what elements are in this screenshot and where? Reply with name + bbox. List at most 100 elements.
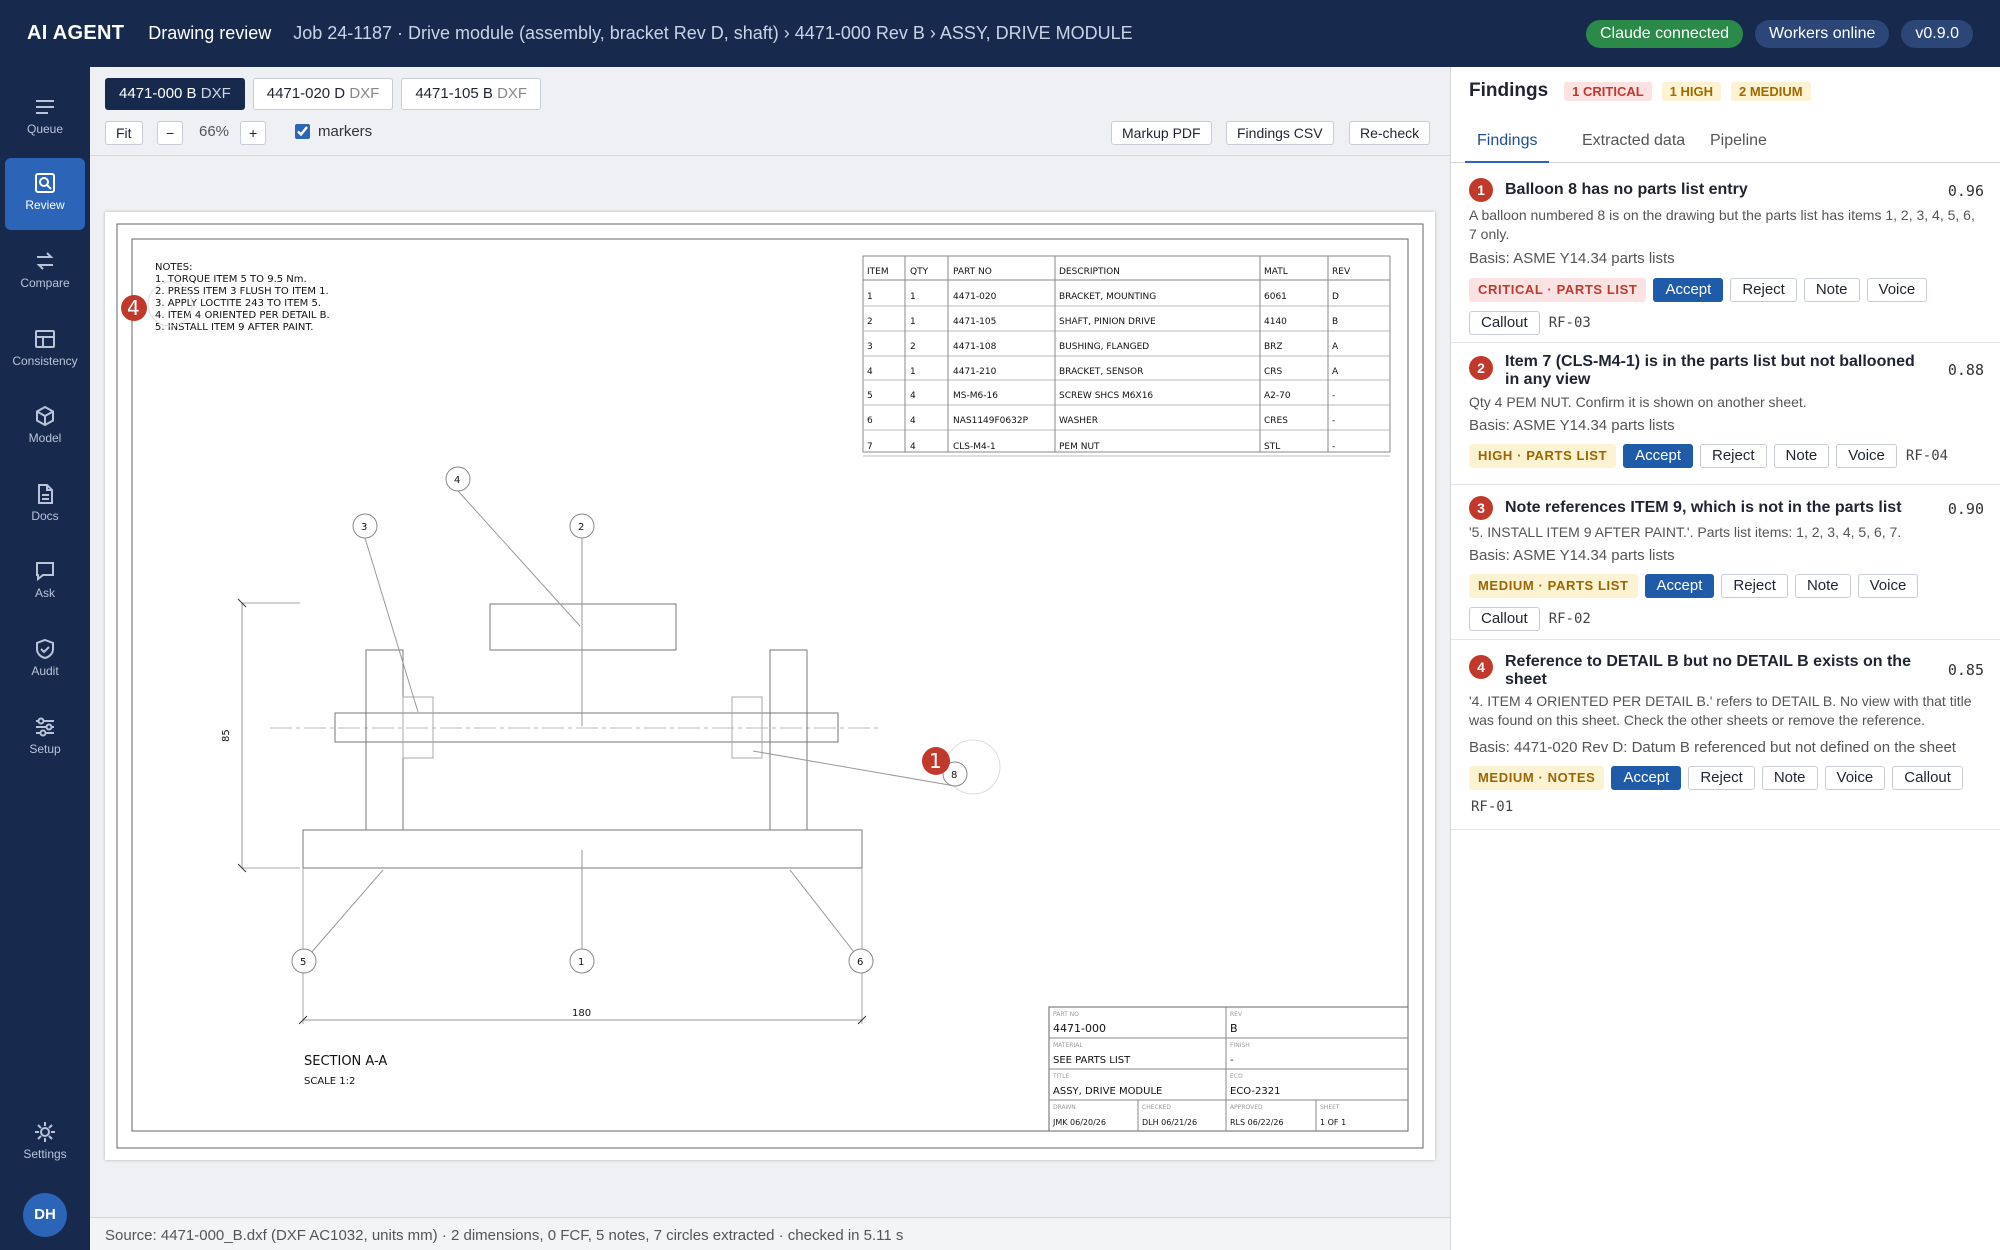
sidebar-item-consistency[interactable]: Consistency xyxy=(5,314,85,386)
bom-cell: SCREW SHCS M6X16 xyxy=(1059,391,1153,401)
note-button[interactable]: Note xyxy=(1794,574,1851,598)
bom-row: 6 4 NAS1149F0632P WASHER CRES - xyxy=(867,416,1335,426)
bom-cell: - xyxy=(1332,416,1335,426)
finding-number: 4 xyxy=(1469,655,1493,679)
markers-toggle[interactable]: markers xyxy=(295,123,372,140)
version-chip: v0.9.0 xyxy=(1901,19,1973,48)
findings-panel: Findings 1 CRITICAL 1 HIGH 2 MEDIUM Find… xyxy=(1450,67,2000,1250)
review-icon xyxy=(35,173,55,193)
accept-button[interactable]: Accept xyxy=(1653,278,1724,302)
tab-findings[interactable]: Findings xyxy=(1465,119,1550,163)
voice-button[interactable]: Voice xyxy=(1866,278,1928,302)
markers-checkbox[interactable] xyxy=(295,124,310,139)
bom-row: 5 4 MS-M6-16 SCREW SHCS M6X16 A2-70 - xyxy=(867,391,1335,401)
medium-count-badge: 2 MEDIUM xyxy=(1731,81,1811,101)
zoom-out-button[interactable]: − xyxy=(157,121,184,145)
sidebar-item-review[interactable]: Review xyxy=(5,158,85,230)
recheck-button[interactable]: Re-check xyxy=(1349,121,1431,145)
reject-button[interactable]: Reject xyxy=(1721,574,1788,598)
finding-card[interactable]: 2 Item 7 (CLS-M4-1) is in the parts list… xyxy=(1451,343,2000,485)
finding-title: Balloon 8 has no parts list entry xyxy=(1505,181,1748,198)
sidebar-item-label: Setup xyxy=(29,742,61,756)
drawing-canvas[interactable]: NOTES: 1. TORQUE ITEM 5 TO 9.5 Nm. 2. PR… xyxy=(105,212,1435,1160)
bom-cell: 4471-105 xyxy=(953,317,996,327)
fit-button[interactable]: Fit xyxy=(105,121,143,145)
tb-label: SHEET xyxy=(1320,1104,1340,1111)
file-tab-4471-105[interactable]: 4471-105 B DXF xyxy=(401,78,542,110)
finding-marker-4[interactable]: 4 xyxy=(121,295,147,321)
sidebar-item-label: Docs xyxy=(31,509,59,523)
callout-button[interactable]: Callout xyxy=(1892,766,1963,790)
tb-drawn: JMK 06/20/26 xyxy=(1052,1118,1106,1127)
finding-card[interactable]: 4 Reference to DETAIL B but no DETAIL B … xyxy=(1451,640,2000,830)
finding-score: 0.96 xyxy=(1947,182,1984,200)
voice-button[interactable]: Voice xyxy=(1836,444,1897,468)
markup-pdf-button[interactable]: Markup PDF xyxy=(1111,121,1212,145)
note-button[interactable]: Note xyxy=(1761,766,1818,790)
sidebar-item-label: Model xyxy=(28,431,62,445)
callout-button[interactable]: Callout xyxy=(1469,607,1540,631)
drawing-sheet[interactable]: NOTES: 1. TORQUE ITEM 5 TO 9.5 Nm. 2. PR… xyxy=(105,212,1435,1160)
tb-label: CHECKED xyxy=(1142,1104,1171,1111)
workers-status-chip: Workers online xyxy=(1754,19,1890,48)
findings-csv-button[interactable]: Findings CSV xyxy=(1226,121,1334,145)
file-tab-4471-020[interactable]: 4471-020 D DXF xyxy=(252,78,394,110)
balloon[interactable]: 3 xyxy=(352,513,378,539)
sidebar-item-ask[interactable]: Ask xyxy=(5,546,85,618)
consistency-icon xyxy=(35,330,55,348)
balloon[interactable]: 6 xyxy=(848,948,874,974)
reject-button[interactable]: Reject xyxy=(1699,444,1767,468)
sidebar-item-setup[interactable]: Setup xyxy=(5,702,85,774)
file-tab-kind: DXF xyxy=(349,85,380,102)
sidebar: Queue Review Compare Consistency Model D… xyxy=(0,67,90,1250)
balloon-label: 4 xyxy=(454,475,460,486)
breadcrumb[interactable]: Job 24-1187 · Drive module (assembly, br… xyxy=(293,23,1132,44)
tb-material: SEE PARTS LIST xyxy=(1053,1055,1131,1066)
severity-badge: HIGH · PARTS LIST xyxy=(1469,444,1617,468)
bom-cell: CRS xyxy=(1264,367,1283,377)
callout-button[interactable]: Callout xyxy=(1469,311,1540,335)
finding-card[interactable]: 3 Note references ITEM 9, which is not i… xyxy=(1451,485,2000,640)
balloon[interactable]: 1 xyxy=(569,948,595,974)
tb-label: APPROVED xyxy=(1230,1104,1263,1111)
tab-extracted-data[interactable]: Extracted data xyxy=(1570,119,1697,163)
balloon[interactable]: 2 xyxy=(569,513,595,539)
zoom-in-button[interactable]: + xyxy=(240,121,267,145)
accept-button[interactable]: Accept xyxy=(1623,444,1693,468)
sidebar-item-audit[interactable]: Audit xyxy=(5,624,85,696)
file-tab-4471-000[interactable]: 4471-000 B DXF xyxy=(105,78,245,110)
sidebar-item-compare[interactable]: Compare xyxy=(5,236,85,308)
tb-label: DRAWN xyxy=(1053,1104,1076,1111)
tb-part-no: 4471-000 xyxy=(1053,1022,1106,1035)
dimension-180: 180 xyxy=(572,1008,591,1019)
accept-button[interactable]: Accept xyxy=(1644,574,1715,598)
sidebar-item-docs[interactable]: Docs xyxy=(5,469,85,541)
tb-label: FINISH xyxy=(1230,1042,1250,1049)
finding-description: A balloon numbered 8 is on the drawing b… xyxy=(1469,207,1975,242)
bom-cell: 2 xyxy=(867,317,873,327)
bom-cell: 4471-108 xyxy=(953,342,997,352)
voice-button[interactable]: Voice xyxy=(1857,574,1919,598)
sidebar-item-model[interactable]: Model xyxy=(5,391,85,463)
accept-button[interactable]: Accept xyxy=(1611,766,1682,790)
voice-button[interactable]: Voice xyxy=(1824,766,1886,790)
finding-basis: Basis: ASME Y14.34 parts lists xyxy=(1469,417,1675,434)
claude-status-chip: Claude connected xyxy=(1586,19,1743,48)
finding-description: '5. INSTALL ITEM 9 AFTER PAINT.'. Parts … xyxy=(1469,524,1902,540)
reject-button[interactable]: Reject xyxy=(1730,278,1797,302)
tab-pipeline[interactable]: Pipeline xyxy=(1698,119,1779,163)
sidebar-item-settings[interactable]: Settings xyxy=(5,1107,85,1179)
balloon[interactable]: 4 xyxy=(445,466,471,492)
finding-marker-1[interactable]: 1 xyxy=(922,747,950,775)
avatar[interactable]: DH xyxy=(23,1193,67,1237)
finding-card[interactable]: 1 Balloon 8 has no parts list entry 0.96… xyxy=(1451,164,2000,343)
sidebar-item-queue[interactable]: Queue xyxy=(5,82,85,154)
tb-title: ASSY, DRIVE MODULE xyxy=(1053,1086,1162,1097)
sidebar-item-label: Review xyxy=(25,198,65,212)
sidebar-item-label: Ask xyxy=(34,586,55,600)
note-button[interactable]: Note xyxy=(1773,444,1830,468)
bom-cell: WASHER xyxy=(1059,416,1098,426)
reject-button[interactable]: Reject xyxy=(1688,766,1755,790)
balloon[interactable]: 5 xyxy=(291,948,317,974)
note-button[interactable]: Note xyxy=(1803,278,1860,302)
